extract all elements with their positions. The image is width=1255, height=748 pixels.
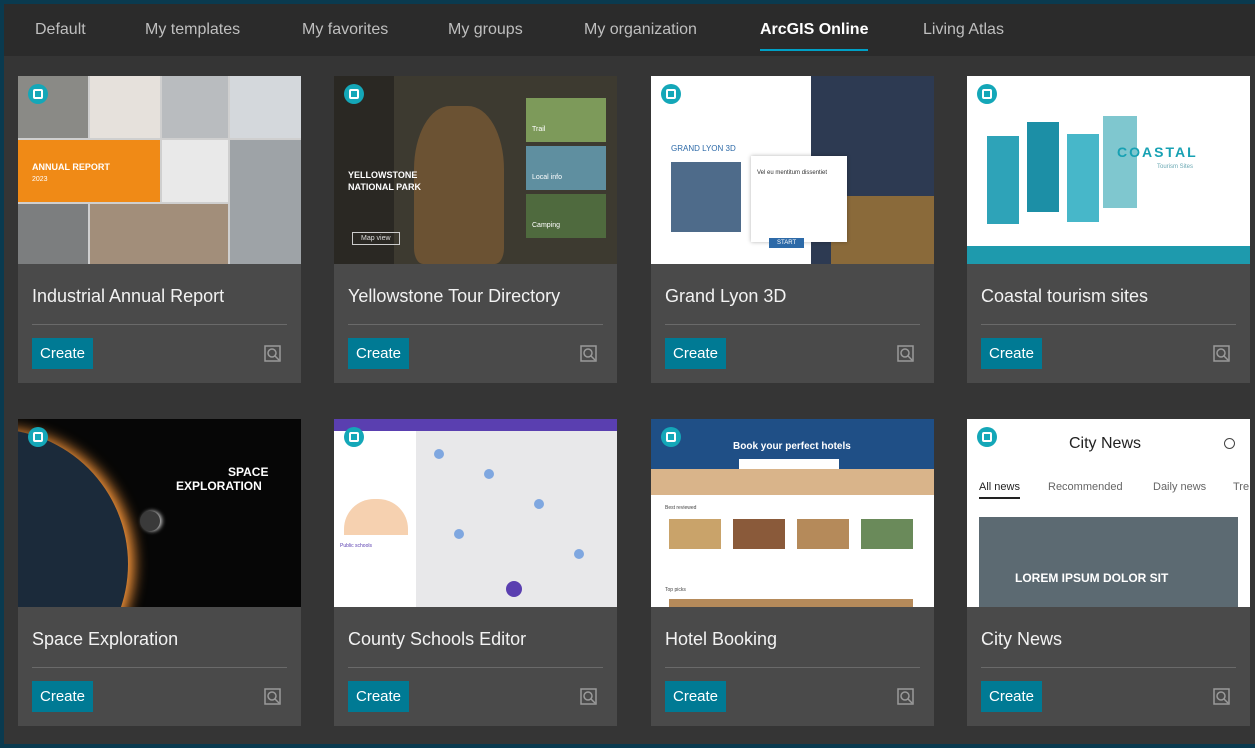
template-thumbnail[interactable]: Public schools	[334, 419, 617, 607]
thumb-label: 2023	[32, 176, 48, 183]
template-thumbnail[interactable]: SPACE EXPLORATION	[18, 419, 301, 607]
preview-icon[interactable]	[896, 687, 916, 707]
template-title: Yellowstone Tour Directory	[348, 286, 561, 306]
card-divider	[981, 667, 1236, 668]
thumb-label: GRAND LYON 3D	[671, 144, 736, 153]
app-badge-icon	[28, 427, 48, 447]
template-card: ANNUAL REPORT 2023 Industrial Annual Rep…	[18, 76, 301, 383]
template-thumbnail[interactable]: COASTAL Tourism Sites	[967, 76, 1250, 264]
card-divider	[981, 324, 1236, 325]
create-button[interactable]: Create	[348, 338, 410, 369]
app-badge-icon	[661, 427, 681, 447]
app-badge-icon	[661, 84, 681, 104]
tab-my-organization[interactable]: My organization	[584, 21, 697, 49]
create-button[interactable]: Create	[665, 338, 727, 369]
tab-my-favorites[interactable]: My favorites	[302, 21, 388, 49]
preview-icon[interactable]	[263, 687, 283, 707]
tab-my-groups[interactable]: My groups	[448, 21, 523, 49]
create-button[interactable]: Create	[348, 681, 410, 712]
preview-icon[interactable]	[579, 687, 599, 707]
thumb-label: ANNUAL REPORT	[32, 162, 110, 172]
thumb-label: Daily news	[1153, 481, 1207, 493]
thumb-label: City News	[1069, 435, 1142, 452]
thumb-label: Book your perfect hotels	[733, 441, 851, 452]
template-card: SPACE EXPLORATION Space Exploration Crea…	[18, 419, 301, 726]
app-badge-icon	[977, 427, 997, 447]
template-card: Book your perfect hotels Best reviewed T…	[651, 419, 934, 726]
thumb-label: COASTAL	[1117, 144, 1198, 160]
card-divider	[32, 667, 287, 668]
tab-living-atlas[interactable]: Living Atlas	[923, 21, 1004, 49]
preview-icon[interactable]	[579, 344, 599, 364]
thumb-label: LOREM IPSUM DOLOR SIT	[1015, 571, 1169, 585]
tab-bar: Default My templates My favorites My gro…	[4, 4, 1255, 56]
card-divider	[32, 324, 287, 325]
template-thumbnail[interactable]: GRAND LYON 3D Vel eu mentitum dissentiet…	[651, 76, 934, 264]
template-card: Public schools County Schools Editor Cre…	[334, 419, 617, 726]
template-title: City News	[981, 629, 1063, 649]
thumb-label: Tre	[1233, 481, 1250, 493]
thumb-label: Vel eu mentitum dissentiet	[757, 170, 828, 176]
template-title: Coastal tourism sites	[981, 286, 1149, 306]
card-divider	[348, 324, 603, 325]
card-divider	[665, 667, 920, 668]
thumb-label: Best reviewed	[665, 505, 697, 511]
thumb-label: Recommended	[1048, 481, 1123, 493]
template-thumbnail[interactable]: Book your perfect hotels Best reviewed T…	[651, 419, 934, 607]
template-title: Grand Lyon 3D	[665, 286, 787, 306]
thumb-label: YELLOWSTONE	[348, 170, 418, 180]
app-badge-icon	[344, 84, 364, 104]
thumb-label: START	[769, 238, 805, 248]
preview-icon[interactable]	[263, 344, 283, 364]
create-button[interactable]: Create	[665, 681, 727, 712]
template-card: GRAND LYON 3D Vel eu mentitum dissentiet…	[651, 76, 934, 383]
preview-icon[interactable]	[1212, 687, 1232, 707]
template-title: Space Exploration	[32, 629, 179, 649]
template-card: City News All news Recommended Daily new…	[967, 419, 1250, 726]
thumb-label: Public schools	[340, 543, 372, 549]
template-thumbnail[interactable]: YELLOWSTONE NATIONAL PARK Map view Trail…	[334, 76, 617, 264]
app-badge-icon	[28, 84, 48, 104]
thumb-label: SPACE	[228, 465, 269, 479]
template-title: Industrial Annual Report	[32, 286, 225, 306]
template-title: Hotel Booking	[665, 629, 778, 649]
app-badge-icon	[977, 84, 997, 104]
create-button[interactable]: Create	[32, 681, 94, 712]
thumb-label: EXPLORATION	[176, 479, 262, 493]
template-title: County Schools Editor	[348, 629, 527, 649]
create-button[interactable]: Create	[981, 338, 1043, 369]
tab-my-templates[interactable]: My templates	[145, 21, 240, 49]
template-thumbnail[interactable]: City News All news Recommended Daily new…	[967, 419, 1250, 607]
thumb-label: Local info	[532, 174, 562, 181]
create-button[interactable]: Create	[32, 338, 94, 369]
tab-arcgis-online[interactable]: ArcGIS Online	[760, 21, 869, 51]
template-gallery: Default My templates My favorites My gro…	[4, 4, 1255, 744]
preview-icon[interactable]	[896, 344, 916, 364]
thumb-label: All news	[979, 481, 1020, 499]
thumb-label: Map view	[352, 232, 400, 245]
template-card: COASTAL Tourism Sites Coastal tourism si…	[967, 76, 1250, 383]
create-button[interactable]: Create	[981, 681, 1043, 712]
thumb-label: Tourism Sites	[1157, 164, 1194, 170]
card-divider	[665, 324, 920, 325]
thumb-label: Top picks	[665, 587, 686, 593]
preview-icon[interactable]	[1212, 344, 1232, 364]
app-badge-icon	[344, 427, 364, 447]
template-card: YELLOWSTONE NATIONAL PARK Map view Trail…	[334, 76, 617, 383]
thumb-label: Camping	[532, 222, 561, 229]
template-thumbnail[interactable]: ANNUAL REPORT 2023	[18, 76, 301, 264]
card-divider	[348, 667, 603, 668]
thumb-label: NATIONAL PARK	[348, 182, 421, 192]
tab-default[interactable]: Default	[35, 21, 86, 49]
thumb-label: Trail	[532, 126, 546, 133]
